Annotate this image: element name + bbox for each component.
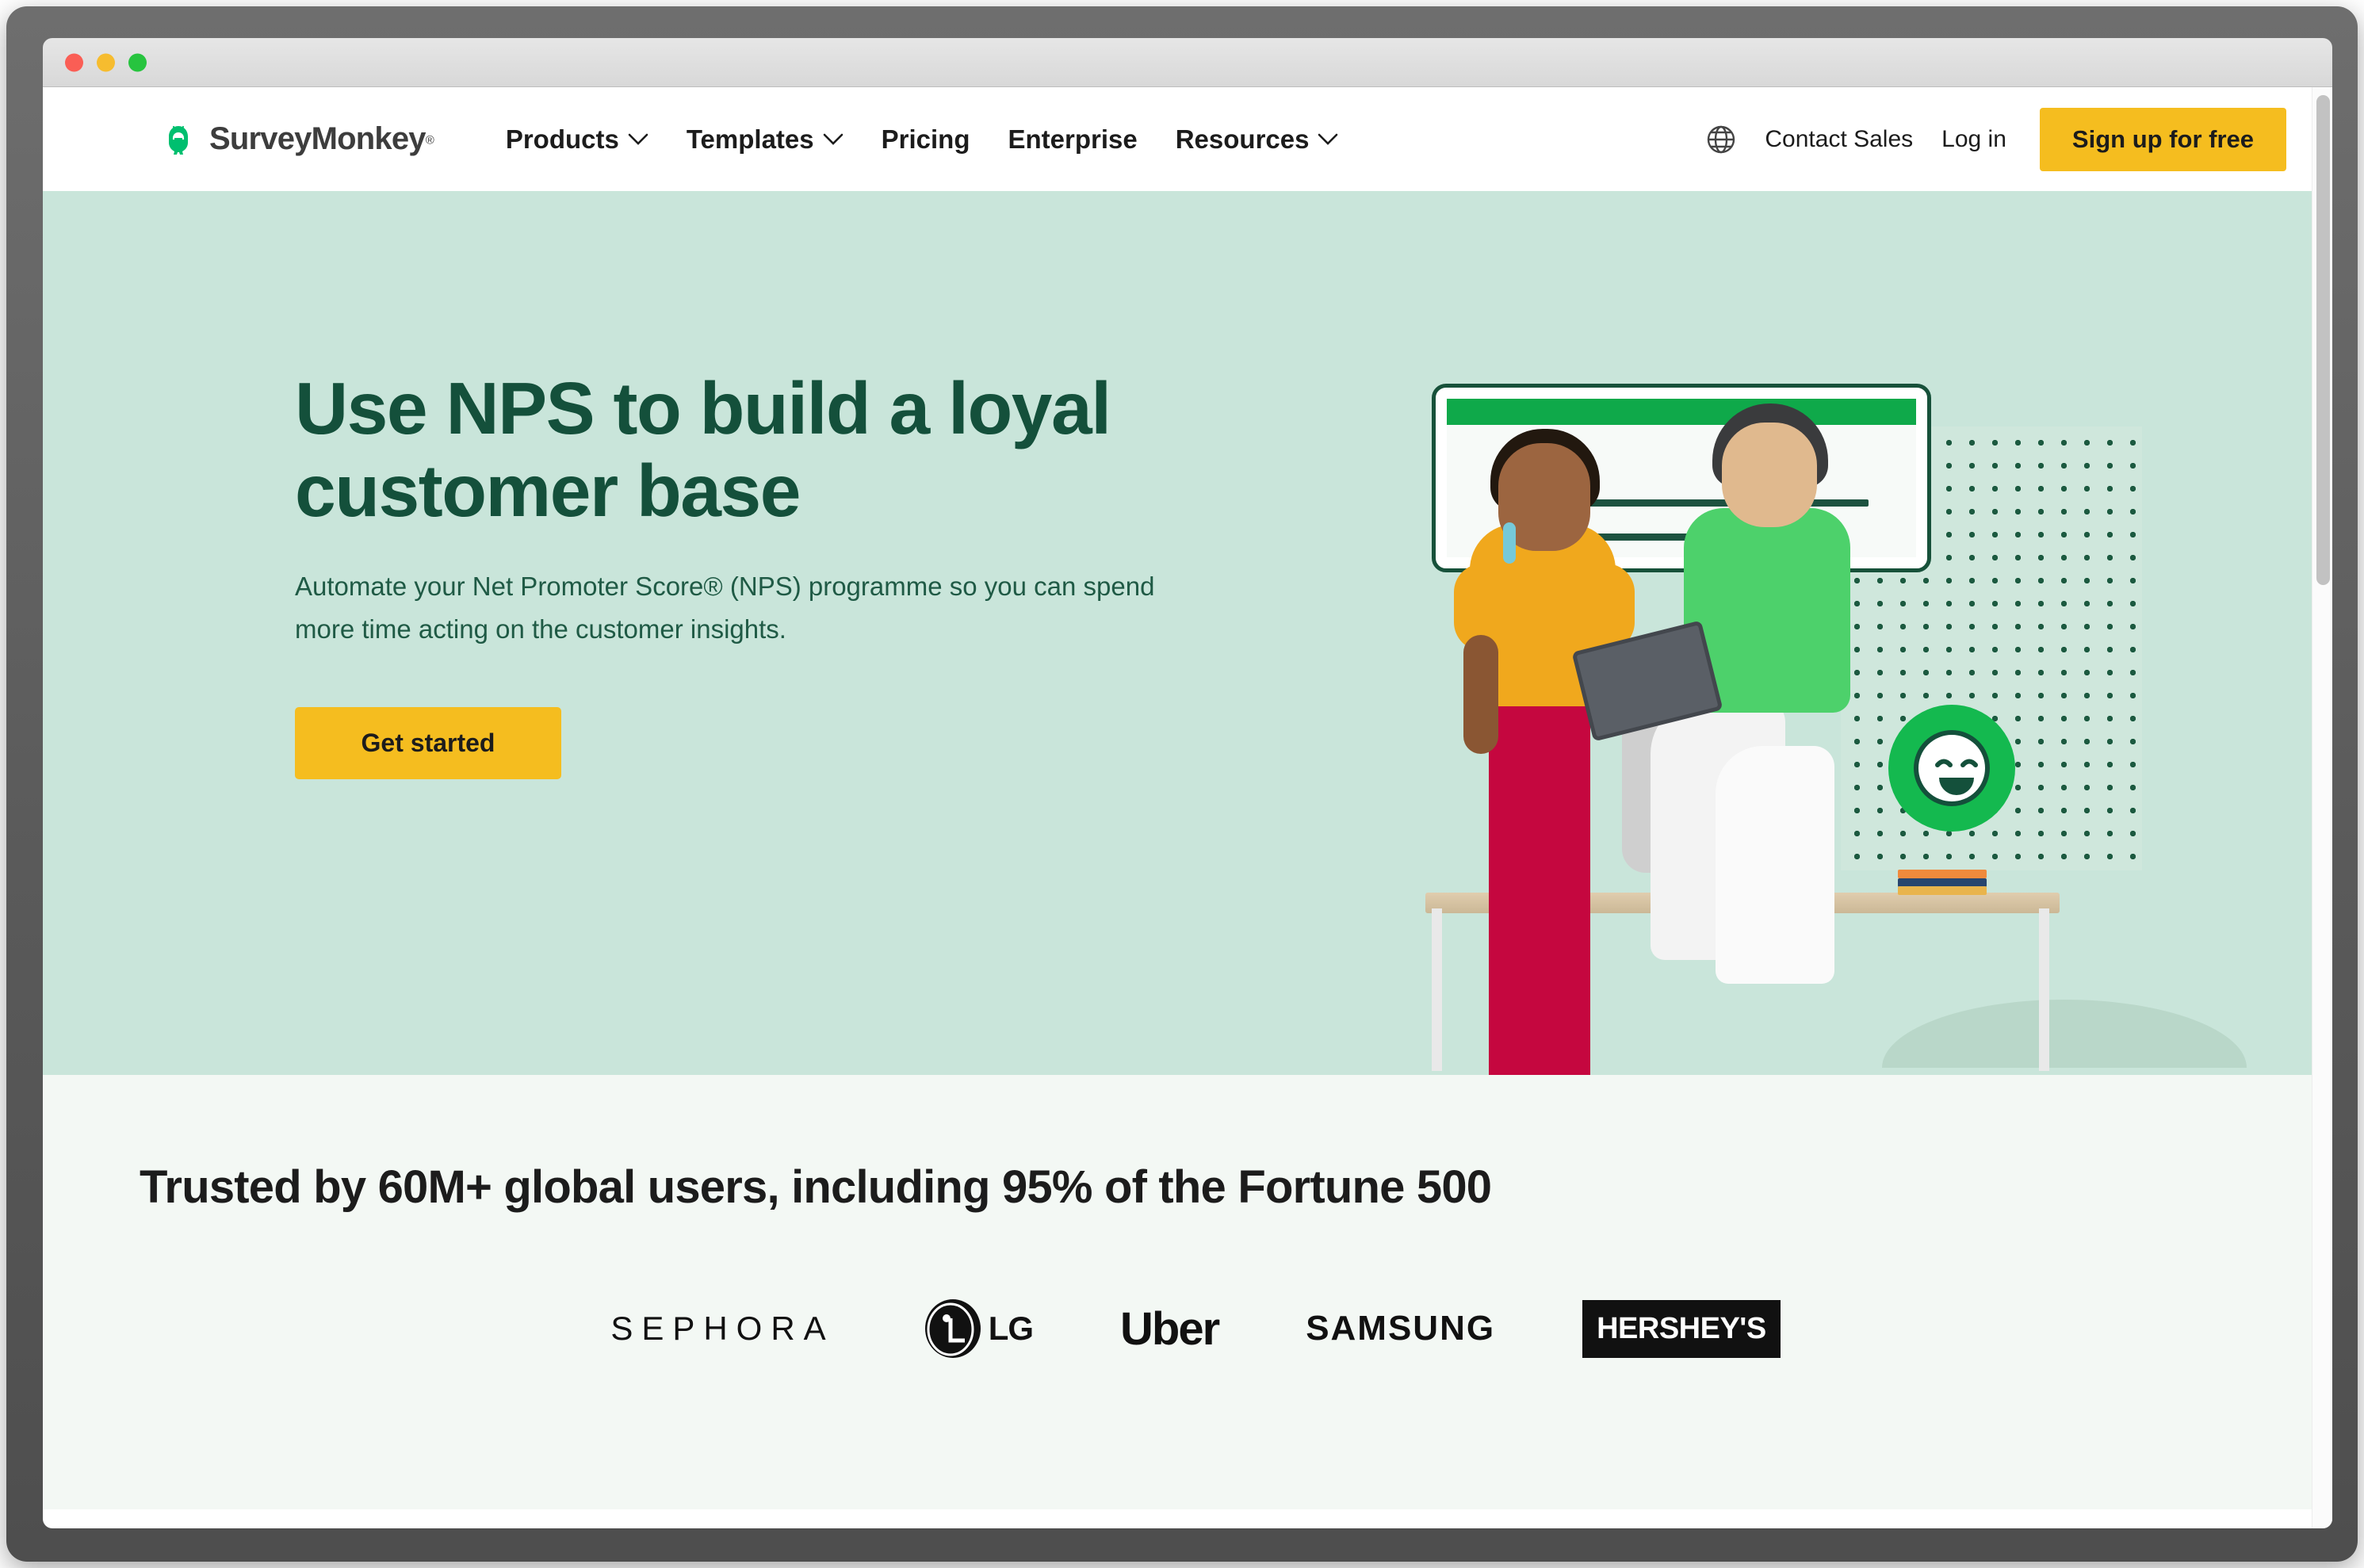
brand-logo-sephora: SEPHORA [610, 1310, 835, 1347]
smiley-features [1935, 759, 1978, 795]
lg-wordmark: LG [988, 1310, 1034, 1347]
nav-label: Enterprise [1008, 124, 1138, 154]
browser-window-frame: SurveyMonkey® Products Templates Pricing… [6, 6, 2358, 1562]
brand-logo-uber: Uber [1120, 1302, 1220, 1355]
brand-logo-samsung: SAMSUNG [1306, 1309, 1496, 1348]
nav-item-templates[interactable]: Templates [687, 124, 843, 155]
trust-title: Trusted by 60M+ global users, including … [140, 1161, 1492, 1213]
hero-section: Use NPS to build a loyal customer base A… [43, 191, 2332, 1075]
book [1898, 886, 1987, 895]
desk-leg [1432, 908, 1442, 1071]
earring [1503, 522, 1516, 564]
logo-registered-mark: ® [425, 133, 434, 147]
chevron-down-icon [823, 133, 843, 145]
smiley-face-icon [1888, 705, 2015, 832]
lg-circle-icon [924, 1299, 981, 1358]
trust-section: Trusted by 60M+ global users, including … [43, 1075, 2332, 1509]
desk-leg [2039, 908, 2049, 1071]
nav-item-resources[interactable]: Resources [1176, 124, 1339, 155]
sign-up-button[interactable]: Sign up for free [2039, 107, 2286, 171]
log-in-link[interactable]: Log in [1941, 126, 2006, 153]
hero-subtitle: Automate your Net Promoter Score® (NPS) … [295, 572, 1155, 644]
hero-copy: Use NPS to build a loyal customer base A… [295, 367, 1230, 780]
surveymonkey-logo-icon [169, 125, 188, 155]
surveymonkey-logo[interactable]: SurveyMonkey® [159, 121, 434, 157]
contact-sales-link[interactable]: Contact Sales [1765, 126, 1913, 153]
books-on-desk [1898, 870, 1987, 895]
nav-item-products[interactable]: Products [506, 124, 648, 155]
brand-logo-hersheys: HERSHEY'S [1582, 1299, 1781, 1358]
page-viewport: SurveyMonkey® Products Templates Pricing… [43, 87, 2332, 1528]
person-head [1722, 423, 1817, 527]
nav-label: Products [505, 124, 619, 154]
page-title: Use NPS to build a loyal customer base [295, 367, 1111, 533]
minimize-button[interactable] [97, 53, 115, 71]
maximize-button[interactable] [128, 53, 147, 71]
close-button[interactable] [65, 53, 83, 71]
nav-label: Templates [686, 124, 814, 154]
survey-card-header-bar [1447, 399, 1916, 425]
desk-shadow [1882, 1000, 2247, 1068]
get-started-button[interactable]: Get started [295, 707, 561, 780]
person-legs [1716, 746, 1834, 984]
hero-illustration [1343, 191, 2332, 1075]
brand-logo-row: SEPHORA LG Uber SAMSUNG HERSHEY'S [43, 1298, 2332, 1360]
brand-logo-lg: LG [922, 1298, 1034, 1360]
nav-label: Resources [1175, 124, 1310, 154]
header-actions: Contact Sales Log in Sign up for free [1706, 107, 2286, 171]
chevron-down-icon [628, 133, 648, 145]
site-header: SurveyMonkey® Products Templates Pricing… [43, 87, 2332, 191]
window-titlebar [43, 38, 2332, 87]
book [1898, 870, 1987, 878]
page-scrollbar[interactable] [2312, 87, 2332, 1528]
globe-icon[interactable] [1706, 124, 1736, 155]
nav-label: Pricing [881, 124, 970, 154]
nav-item-pricing[interactable]: Pricing [882, 124, 970, 155]
main-navigation: Products Templates Pricing Enterprise Re… [506, 124, 1339, 155]
chevron-down-icon [1318, 133, 1338, 145]
window-controls [65, 53, 147, 71]
person-legs [1489, 683, 1590, 1075]
person-arm [1463, 635, 1498, 754]
scrollbar-thumb[interactable] [2316, 95, 2330, 585]
nav-item-enterprise[interactable]: Enterprise [1008, 124, 1137, 155]
logo-wordmark: SurveyMonkey [209, 121, 427, 156]
smiley-face-inner [1914, 730, 1990, 806]
